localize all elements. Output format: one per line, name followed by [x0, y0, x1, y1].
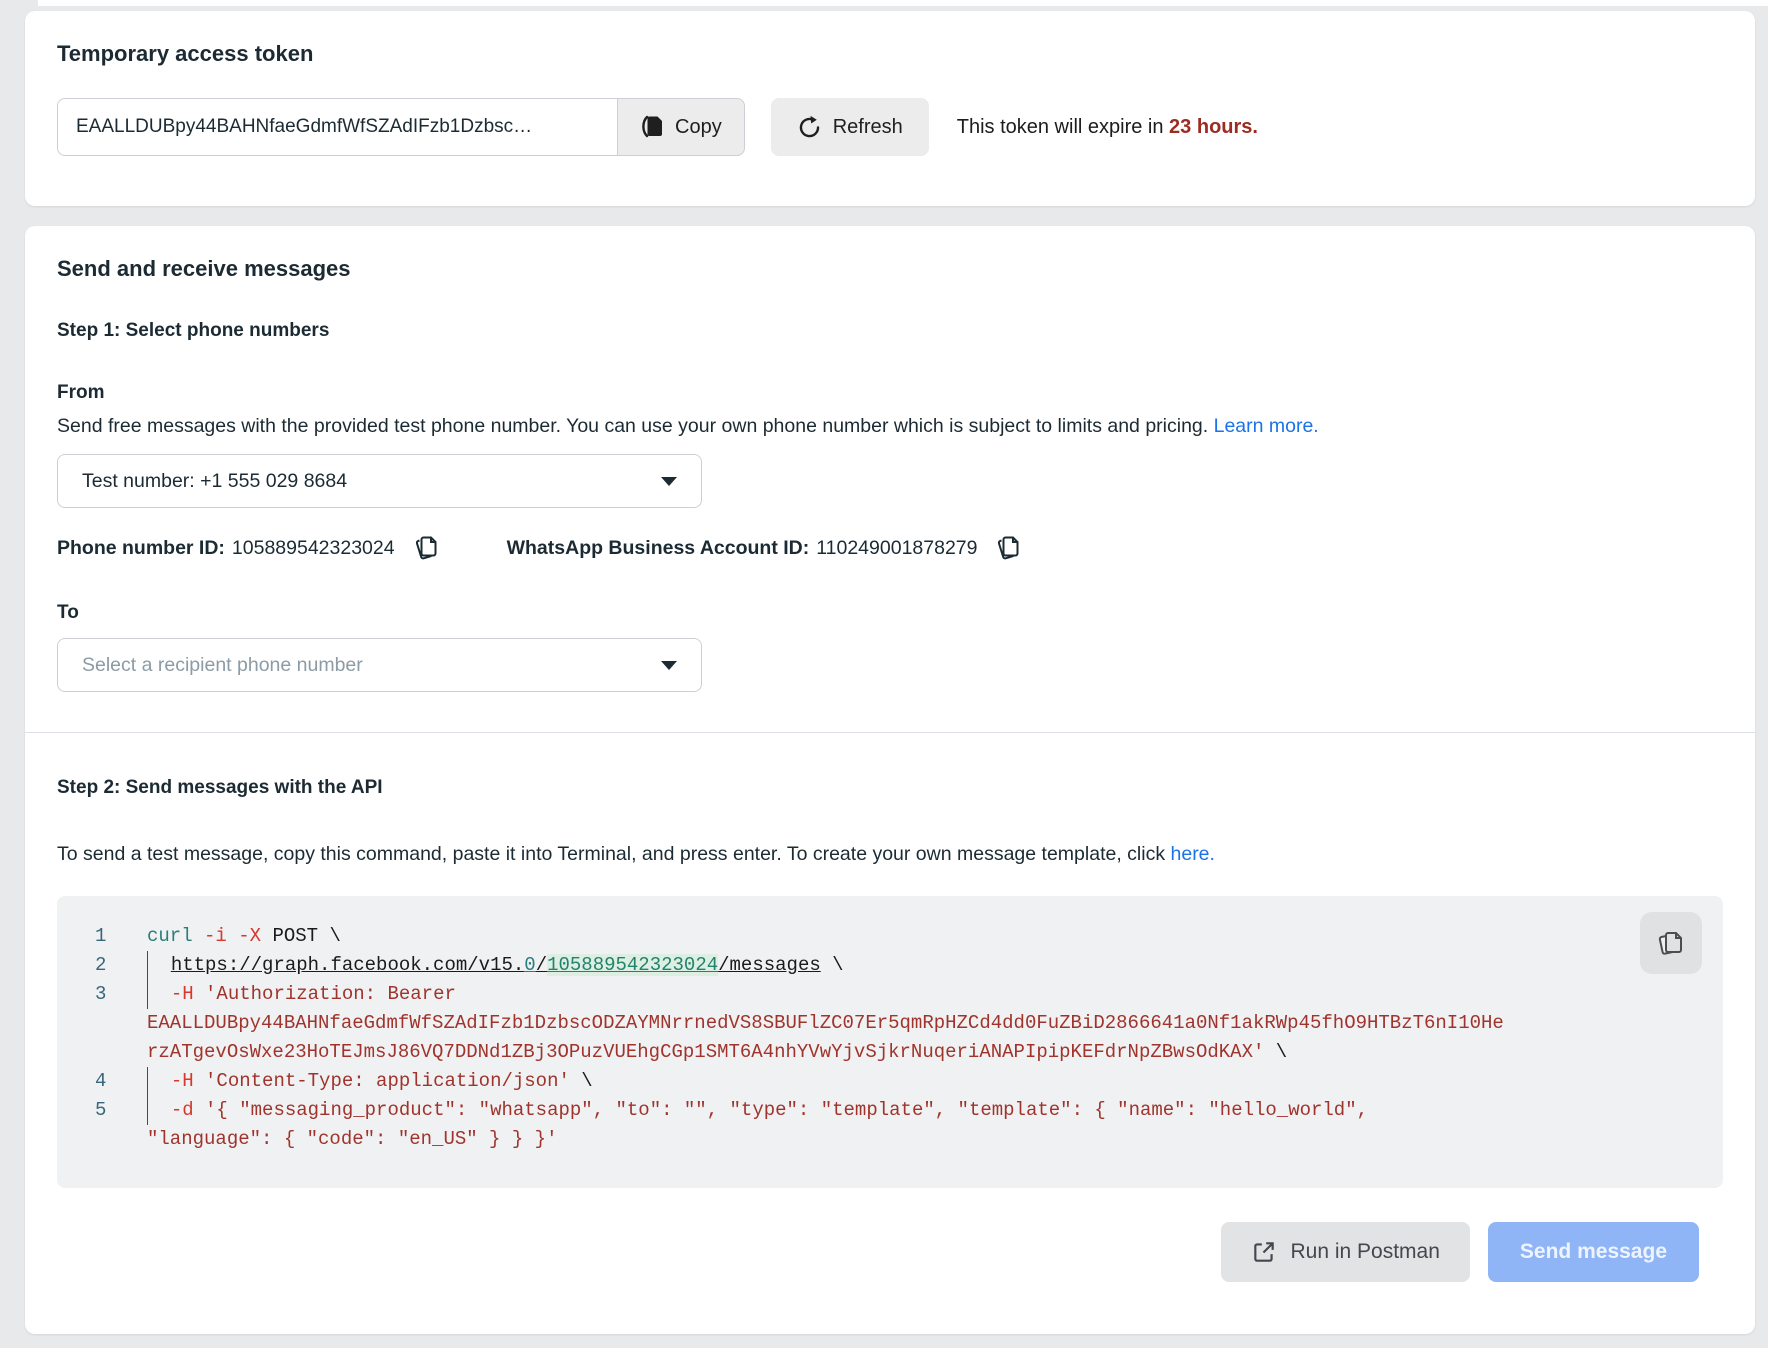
- code-line-content: curl -i -X POST \: [147, 922, 341, 951]
- external-link-icon: [1251, 1239, 1277, 1265]
- code-line-content: "language": { "code": "en_US" } } }': [147, 1125, 557, 1154]
- copy-phone-number-id-button[interactable]: [413, 534, 439, 562]
- from-description: Send free messages with the provided tes…: [57, 413, 1723, 440]
- code-row: "language": { "code": "en_US" } } }': [57, 1125, 1703, 1154]
- to-label: To: [57, 602, 1723, 624]
- waba-id-value: 110249001878279: [816, 537, 977, 560]
- copy-icon: [640, 114, 664, 140]
- from-phone-dropdown[interactable]: Test number: +1 555 029 8684: [57, 454, 702, 508]
- send-receive-messages-card: Send and receive messages Step 1: Select…: [25, 226, 1755, 1334]
- token-expiry-text: This token will expire in 23 hours.: [957, 116, 1258, 139]
- code-line-content: https://graph.facebook.com/v15.0/1058895…: [148, 951, 844, 980]
- step2-heading: Step 2: Send messages with the API: [57, 777, 1723, 799]
- temporary-access-token-card: Temporary access token Copy: [25, 11, 1755, 206]
- section-divider: [25, 732, 1755, 733]
- copy-icon: [1655, 926, 1687, 960]
- chevron-down-icon: [661, 661, 677, 670]
- code-row: 1curl -i -X POST \: [57, 922, 1703, 951]
- code-line-number: [57, 1009, 147, 1038]
- code-row: rzATgevOsWxe23HoTEJmsJ86VQ7DDNd1ZBj3OPuz…: [57, 1038, 1703, 1067]
- code-line-content: rzATgevOsWxe23HoTEJmsJ86VQ7DDNd1ZBj3OPuz…: [147, 1038, 1287, 1067]
- code-line-number: [57, 1125, 147, 1154]
- copy-icon: [413, 534, 439, 562]
- copy-button-label: Copy: [675, 116, 722, 139]
- code-line-number: 5: [57, 1096, 147, 1125]
- copy-token-button[interactable]: Copy: [617, 98, 745, 156]
- waba-id-label: WhatsApp Business Account ID:: [507, 537, 810, 560]
- actions-row: Run in Postman Send message: [57, 1222, 1723, 1282]
- code-line-content: -d '{ "messaging_product": "whatsapp", "…: [148, 1096, 1368, 1125]
- refresh-token-button[interactable]: Refresh: [771, 98, 929, 156]
- curl-code-block: 1curl -i -X POST \2 https://graph.facebo…: [57, 896, 1723, 1188]
- code-line-number: 3: [57, 980, 147, 1009]
- code-line-number: 2: [57, 951, 147, 980]
- token-card-title: Temporary access token: [57, 41, 1723, 67]
- previous-card-edge: [38, 0, 1768, 6]
- chevron-down-icon: [661, 477, 677, 486]
- phone-number-id-value: 105889542323024: [232, 537, 395, 560]
- step1-heading: Step 1: Select phone numbers: [57, 320, 1723, 342]
- run-in-postman-label: Run in Postman: [1291, 1240, 1440, 1264]
- token-input-group: Copy: [57, 98, 745, 156]
- code-line-number: 1: [57, 922, 147, 951]
- code-line-content: EAALLDUBpy44BAHNfaeGdmfWfSZAdIFzb1DzbscO…: [147, 1009, 1504, 1038]
- code-row: 3 -H 'Authorization: Bearer: [57, 980, 1703, 1009]
- ids-row: Phone number ID: 105889542323024 WhatsAp…: [57, 534, 1723, 562]
- refresh-button-label: Refresh: [833, 116, 903, 139]
- token-expiry-value: 23 hours.: [1169, 116, 1258, 138]
- code-lines: 1curl -i -X POST \2 https://graph.facebo…: [57, 922, 1703, 1154]
- code-row: 5 -d '{ "messaging_product": "whatsapp",…: [57, 1096, 1703, 1125]
- code-line-content: -H 'Authorization: Bearer: [148, 980, 456, 1009]
- to-phone-dropdown-placeholder: Select a recipient phone number: [82, 654, 363, 677]
- code-row: EAALLDUBpy44BAHNfaeGdmfWfSZAdIFzb1DzbscO…: [57, 1009, 1703, 1038]
- phone-number-id-label: Phone number ID:: [57, 537, 225, 560]
- messages-card-title: Send and receive messages: [57, 256, 1723, 282]
- here-link[interactable]: here.: [1171, 843, 1215, 865]
- learn-more-link[interactable]: Learn more.: [1214, 415, 1319, 437]
- copy-icon: [995, 534, 1021, 562]
- run-in-postman-button[interactable]: Run in Postman: [1221, 1222, 1470, 1282]
- from-phone-dropdown-value: Test number: +1 555 029 8684: [82, 470, 347, 493]
- code-line-number: 4: [57, 1067, 147, 1096]
- refresh-icon: [797, 115, 822, 140]
- access-token-input[interactable]: [57, 98, 617, 156]
- step2-description: To send a test message, copy this comman…: [57, 843, 1723, 866]
- code-row: 2 https://graph.facebook.com/v15.0/10588…: [57, 951, 1703, 980]
- to-phone-dropdown[interactable]: Select a recipient phone number: [57, 638, 702, 692]
- from-label: From: [57, 382, 1723, 404]
- code-row: 4 -H 'Content-Type: application/json' \: [57, 1067, 1703, 1096]
- copy-code-button[interactable]: [1640, 912, 1702, 974]
- code-line-content: -H 'Content-Type: application/json' \: [148, 1067, 593, 1096]
- token-row: Copy Refresh This token will expire in 2…: [57, 98, 1723, 156]
- copy-waba-id-button[interactable]: [995, 534, 1021, 562]
- code-line-number: [57, 1038, 147, 1067]
- send-message-button[interactable]: Send message: [1488, 1222, 1699, 1282]
